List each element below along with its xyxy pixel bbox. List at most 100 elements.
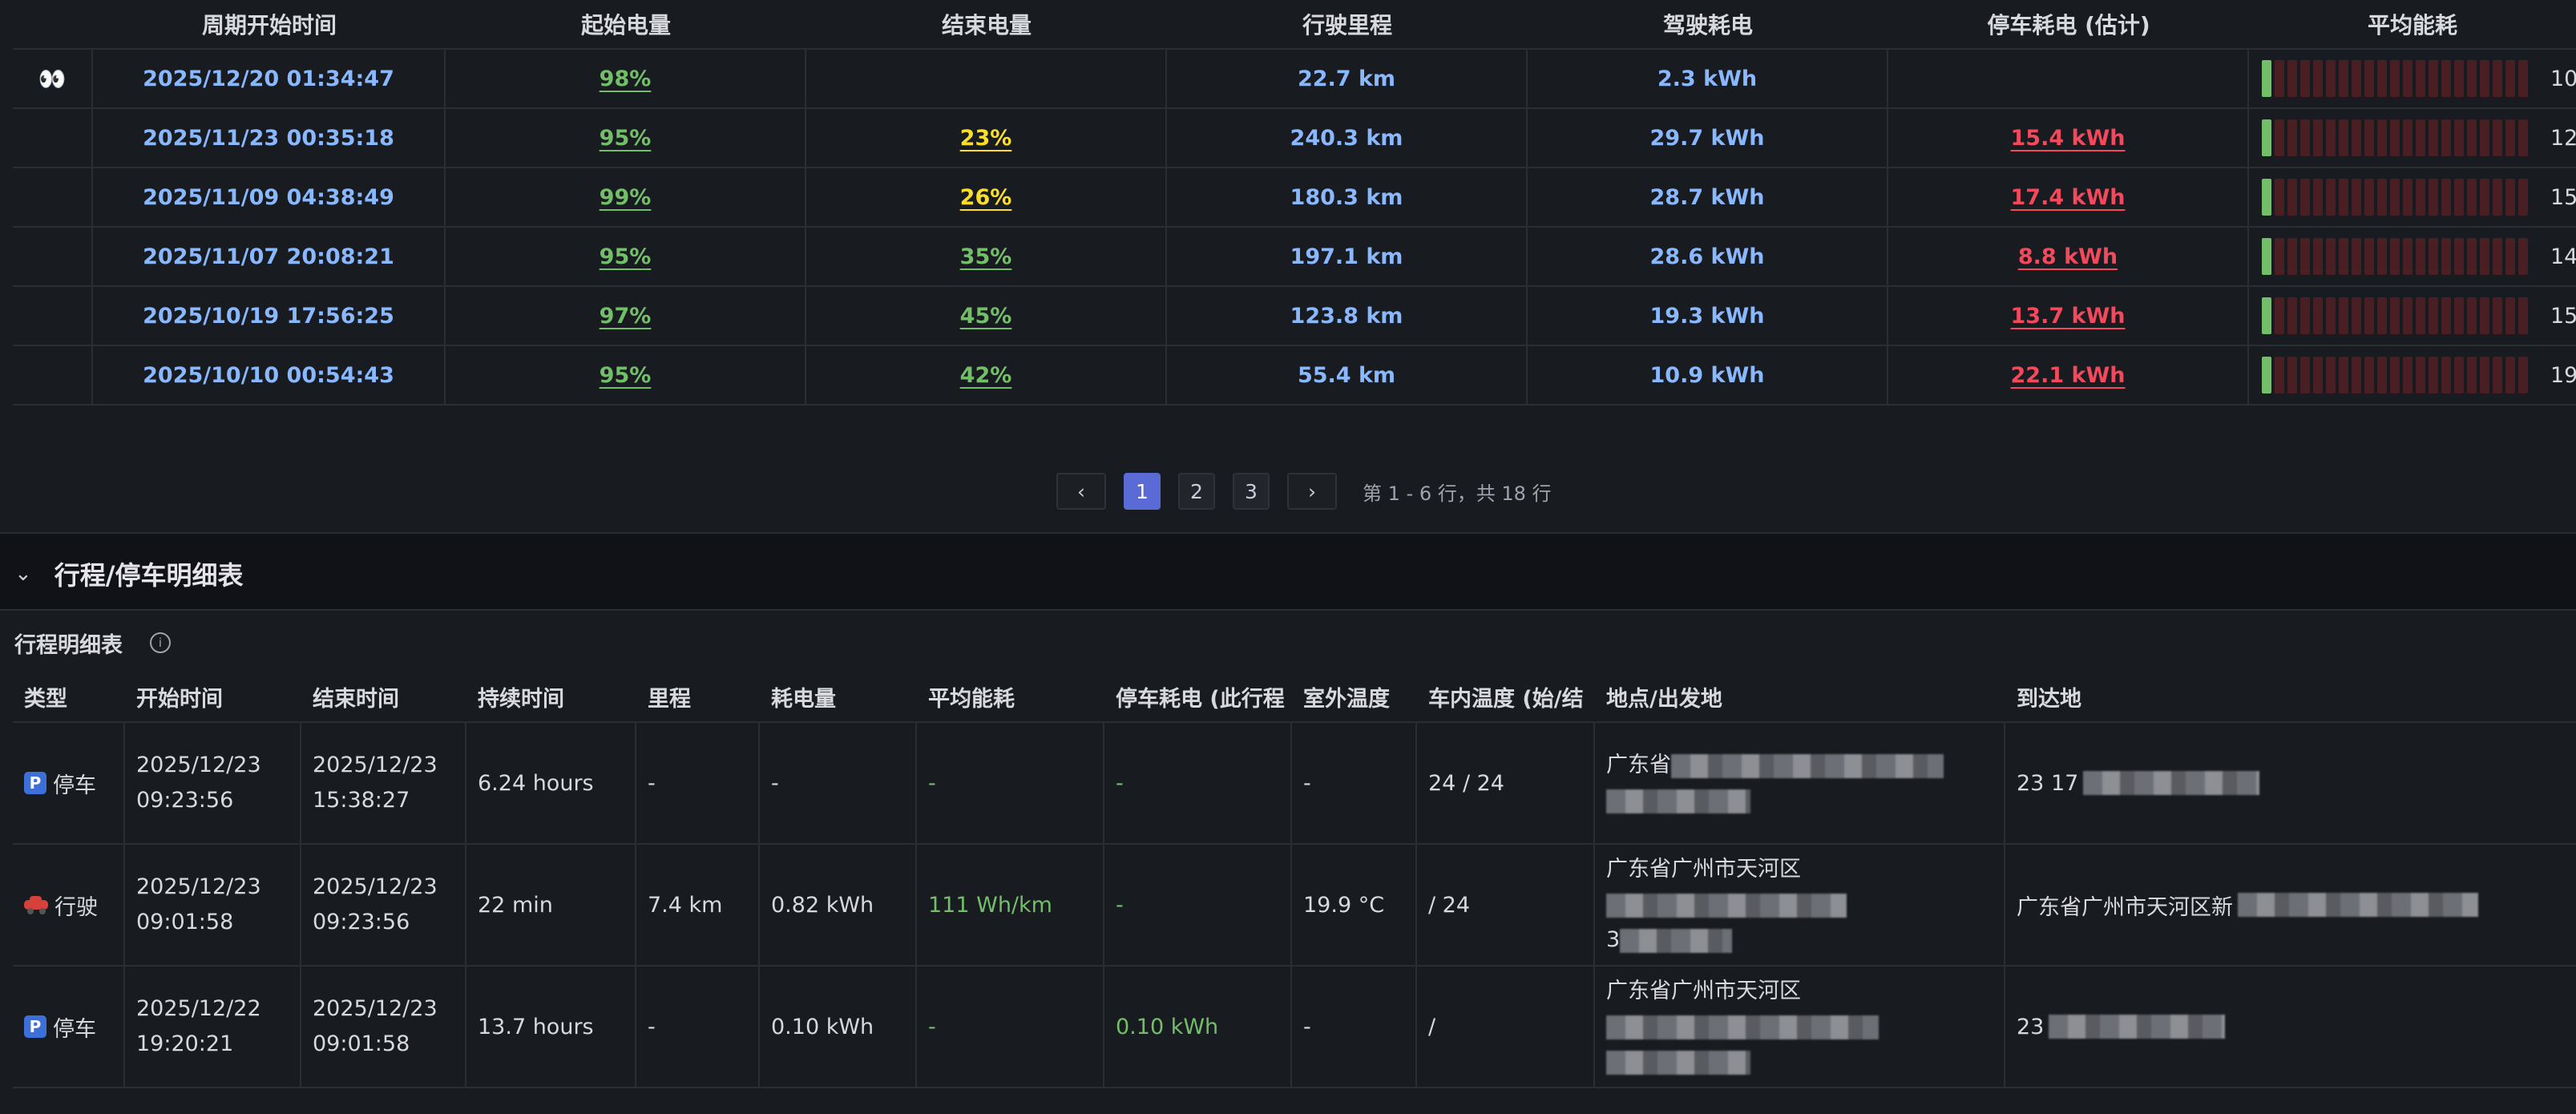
summary-row[interactable]: 2025/11/09 04:38:49 99% 26% 180.3 km 28.7 kW… [13, 168, 2576, 228]
drive-energy-cell: 29.7 kWh [1528, 109, 1888, 167]
to-location-cell[interactable]: 23 [2005, 967, 2576, 1087]
gauge-segment [2390, 179, 2400, 216]
avg-consumption-cell: 145 Wh/km [2249, 228, 2576, 285]
redacted-block [1671, 753, 1944, 778]
end-date: 2025/12/23 [313, 753, 438, 777]
page-3-button[interactable]: 3 [1233, 473, 1270, 510]
soc-start-link[interactable]: 97% [600, 304, 652, 329]
detail-header-duration[interactable]: 持续时间 [466, 672, 636, 721]
gauge-segment [2300, 297, 2310, 334]
detail-header-avg[interactable]: 平均能耗 [917, 672, 1104, 721]
info-icon[interactable]: i [150, 632, 171, 653]
soc-end-link[interactable]: 26% [960, 185, 1012, 210]
gauge-segment [2441, 297, 2451, 334]
gauge-segment [2352, 60, 2361, 97]
summary-header-distance[interactable]: 行驶里程 [1167, 0, 1528, 48]
summary-header-drive-energy[interactable]: 驾驶耗电 [1528, 0, 1888, 48]
detail-header-start[interactable]: 开始时间 [125, 672, 301, 721]
gauge-segment [2480, 357, 2489, 394]
to-location-cell[interactable]: 广东省广州市天河区新 [2005, 845, 2576, 965]
from-location-cell[interactable]: 广东省 [1595, 723, 2005, 843]
detail-header-energy[interactable]: 耗电量 [760, 672, 917, 721]
gauge-segment [2339, 297, 2348, 334]
gauge-segment [2300, 179, 2310, 216]
detail-header-to[interactable]: 到达地 [2005, 672, 2576, 721]
page-2-button[interactable]: 2 [1178, 473, 1215, 510]
summary-row[interactable]: 👀 2025/12/20 01:34:47 98% 22.7 km2.3 kWh 102… [13, 50, 2576, 109]
inside-temp-cell: 24 / 24 [1417, 723, 1595, 843]
outside-temp-cell: - [1292, 723, 1417, 843]
park-energy-link[interactable]: 15.4 kWh [2011, 126, 2126, 151]
soc-end-link[interactable]: 45% [960, 304, 1012, 329]
summary-header-park-energy[interactable]: 停车耗电 (估计) [1888, 0, 2249, 48]
soc-start-link[interactable]: 99% [600, 185, 652, 210]
from-location-cell[interactable]: 广东省广州市天河区 3 [1595, 845, 2005, 965]
gauge-segment [2441, 119, 2451, 156]
summary-header-avg[interactable]: 平均能耗 [2249, 0, 2576, 48]
soc-end-link[interactable]: 35% [960, 244, 1012, 269]
park-energy-cell: 8.8 kWh [1888, 228, 2249, 285]
detail-row[interactable]: P 停车 2025/12/23 09:23:56 2025/12/23 15:38:27 6… [13, 723, 2576, 845]
summary-row[interactable]: 2025/10/19 17:56:25 97% 45% 123.8 km 19.3 kW… [13, 287, 2576, 346]
gauge-segment [2416, 297, 2425, 334]
soc-start-link[interactable]: 95% [600, 363, 652, 388]
detail-row[interactable]: P 停车 2025/12/22 19:20:21 2025/12/23 09:01:58 1… [13, 967, 2576, 1088]
duration-cell: 6.24 hours [466, 723, 636, 843]
start-date: 2025/12/23 [136, 874, 261, 899]
gauge-segment [2377, 238, 2387, 275]
gauge-segment [2467, 238, 2477, 275]
summary-row[interactable]: 2025/11/23 00:35:18 95% 23% 240.3 km 29.7 kW… [13, 109, 2576, 168]
gauge-segment [2403, 179, 2412, 216]
from-location-cell[interactable]: 广东省广州市天河区 [1595, 967, 2005, 1087]
detail-header-type[interactable]: 类型 [13, 672, 125, 721]
detail-header-inside-temp[interactable]: 车内温度 (始/结 [1417, 672, 1595, 721]
detail-header-outside-temp[interactable]: 室外温度 [1292, 672, 1417, 721]
gauge-segment [2480, 179, 2489, 216]
cycle-start-text: 2025/11/07 20:08:21 [143, 244, 394, 269]
section-header[interactable]: ⌄ 行程/停车明细表 [0, 539, 2576, 609]
redacted-block [2238, 893, 2478, 917]
park-energy-link[interactable]: 13.7 kWh [2011, 304, 2126, 329]
start-clock: 09:23:56 [136, 788, 234, 813]
gauge-segment [2339, 179, 2348, 216]
page-1-button[interactable]: 1 [1124, 473, 1161, 510]
soc-start-link[interactable]: 95% [600, 126, 652, 151]
detail-header-end[interactable]: 结束时间 [301, 672, 466, 721]
gauge-segment [2352, 357, 2361, 394]
gauge-segment [2377, 119, 2387, 156]
soc-start-link[interactable]: 98% [600, 67, 652, 91]
chevron-down-icon[interactable]: ⌄ [14, 562, 32, 586]
soc-end-link[interactable]: 23% [960, 126, 1012, 151]
summary-header-row: 周期开始时间 起始电量 结束电量 行驶里程 驾驶耗电 停车耗电 (估计) 平均能… [13, 0, 2576, 50]
summary-row[interactable]: 2025/10/10 00:54:43 95% 42% 55.4 km 10.9 kWh… [13, 346, 2576, 406]
summary-header-soc-end[interactable]: 结束电量 [806, 0, 1167, 48]
detail-header-from[interactable]: 地点/出发地 [1595, 672, 2005, 721]
detail-row[interactable]: 行驶 2025/12/23 09:01:58 2025/12/23 09:23:56 22… [13, 845, 2576, 967]
soc-start-link[interactable]: 95% [600, 244, 652, 269]
detail-header-park[interactable]: 停车耗电 (此行程 [1104, 672, 1292, 721]
gauge-segment [2518, 357, 2528, 394]
summary-header-start[interactable]: 周期开始时间 [93, 0, 446, 48]
gauge-segment [2467, 179, 2477, 216]
drive-energy-cell: 10.9 kWh [1528, 346, 1888, 404]
detail-header-distance[interactable]: 里程 [636, 672, 760, 721]
park-energy-link[interactable]: 8.8 kWh [2018, 244, 2118, 269]
park-energy-cell: - [1104, 723, 1292, 843]
start-clock: 09:01:58 [136, 910, 234, 934]
to-location-cell[interactable]: 23 17 [2005, 723, 2576, 843]
summary-row[interactable]: 2025/11/07 20:08:21 95% 35% 197.1 km 28.6 kW… [13, 228, 2576, 287]
gauge-segment [2493, 119, 2502, 156]
prev-page-button[interactable]: ‹ [1056, 473, 1106, 510]
park-energy-link[interactable]: 22.1 kWh [2011, 363, 2126, 388]
summary-header-soc-start[interactable]: 起始电量 [446, 0, 806, 48]
next-page-button[interactable]: › [1287, 473, 1337, 510]
gauge-segment [2467, 357, 2477, 394]
park-energy-link[interactable]: 17.4 kWh [2011, 185, 2126, 210]
soc-start-cell: 98% [446, 50, 806, 107]
gauge-segment [2364, 297, 2374, 334]
consumption-gauge [2262, 119, 2531, 156]
cycle-start-text: 2025/12/20 01:34:47 [143, 66, 394, 91]
gauge-segment [2300, 238, 2310, 275]
gauge-segment [2429, 60, 2438, 97]
soc-end-link[interactable]: 42% [960, 363, 1012, 388]
